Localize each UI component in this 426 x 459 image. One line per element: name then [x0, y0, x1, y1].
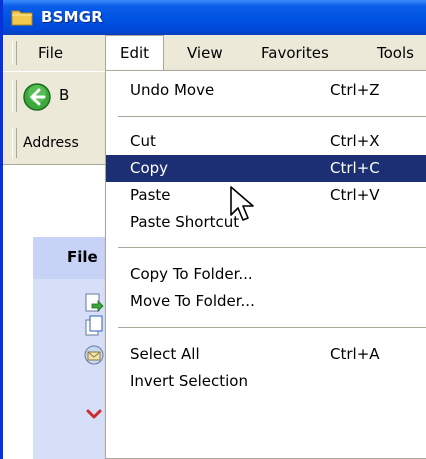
menu-tools[interactable]: Tools — [363, 35, 426, 71]
menu-separator — [118, 327, 426, 328]
menu-separator — [118, 116, 426, 117]
folder-icon — [11, 10, 33, 26]
menu-item-copy-to-folder[interactable]: Copy To Folder... — [106, 261, 426, 288]
copy-file-icon[interactable] — [83, 315, 105, 337]
menu-item-label: Paste Shortcut — [130, 213, 240, 231]
window-title: BSMGR — [41, 8, 104, 26]
menu-separator — [118, 247, 426, 248]
menu-item-label: Cut — [130, 132, 156, 150]
menu-item-paste-shortcut[interactable]: Paste Shortcut — [106, 209, 426, 236]
menu-item-shortcut: Ctrl+A — [330, 345, 380, 363]
menu-item-undo-move[interactable]: Undo Move Ctrl+Z — [106, 77, 426, 104]
menu-item-select-all[interactable]: Select All Ctrl+A — [106, 341, 426, 368]
menu-file[interactable]: File — [24, 35, 77, 71]
menu-item-move-to-folder[interactable]: Move To Folder... — [106, 288, 426, 315]
mouse-pointer-icon — [230, 186, 254, 221]
menu-item-paste[interactable]: Paste Ctrl+V — [106, 182, 426, 209]
menu-item-shortcut: Ctrl+Z — [330, 81, 380, 99]
menu-bar: File Edit View Favorites Tools — [3, 35, 426, 72]
menu-item-cut[interactable]: Cut Ctrl+X — [106, 128, 426, 155]
email-file-icon[interactable] — [83, 344, 105, 366]
addressbar-grip[interactable] — [12, 128, 17, 158]
menu-item-shortcut: Ctrl+C — [330, 159, 380, 177]
menu-item-label: Copy — [130, 159, 169, 177]
menu-item-invert-selection[interactable]: Invert Selection — [106, 368, 426, 395]
address-label: Address — [23, 135, 79, 151]
back-button-label[interactable]: B — [59, 86, 69, 104]
toolbar-grip[interactable] — [12, 80, 17, 112]
menu-item-shortcut: Ctrl+V — [330, 186, 380, 204]
edit-menu-dropdown: Undo Move Ctrl+Z Cut Ctrl+X Copy Ctrl+C … — [105, 70, 426, 459]
explorer-window: BSMGR File Edit View Favorites Tools B A… — [0, 0, 426, 459]
move-file-icon[interactable] — [83, 292, 105, 314]
menu-favorites[interactable]: Favorites — [247, 35, 343, 71]
title-bar[interactable]: BSMGR — [3, 0, 426, 35]
menu-item-label: Select All — [130, 345, 200, 363]
menu-item-copy[interactable]: Copy Ctrl+C — [106, 155, 426, 182]
menu-item-label: Move To Folder... — [130, 292, 255, 310]
menu-item-label: Copy To Folder... — [130, 265, 253, 283]
back-arrow-icon[interactable] — [22, 82, 52, 112]
menu-edit[interactable]: Edit — [105, 35, 165, 71]
menu-item-label: Undo Move — [130, 81, 215, 99]
menu-item-label: Paste — [130, 186, 171, 204]
menu-view[interactable]: View — [173, 35, 237, 71]
menu-item-shortcut: Ctrl+X — [330, 132, 380, 150]
delete-file-icon[interactable] — [83, 397, 105, 419]
menubar-grip[interactable] — [12, 41, 17, 65]
file-tasks-title: File — [67, 248, 98, 266]
menu-item-label: Invert Selection — [130, 372, 248, 390]
